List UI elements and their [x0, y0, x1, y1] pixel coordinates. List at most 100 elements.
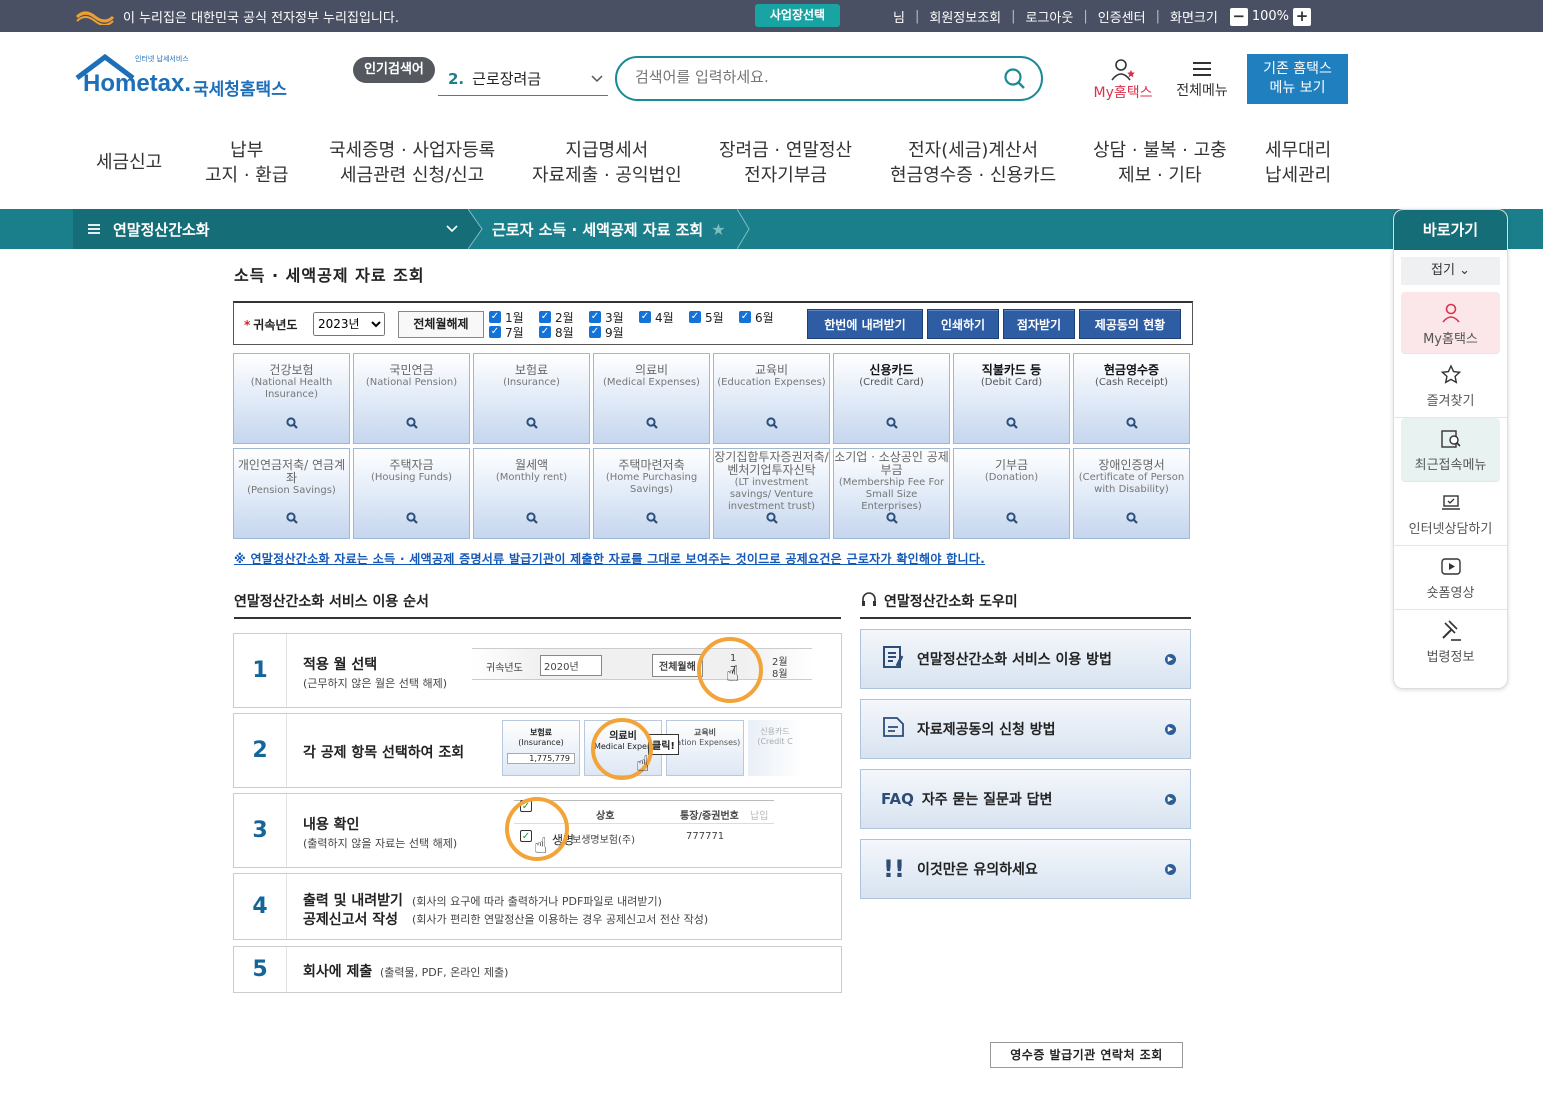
step-number: 5: [234, 947, 287, 992]
gnb-consulting[interactable]: 상담 · 불복 · 고충 제보 · 기타: [1093, 138, 1227, 188]
gnb-tax-report[interactable]: 세금신고: [96, 150, 162, 175]
step-desc: (근무하지 않은 월은 선택 해제): [303, 677, 448, 690]
tile-medical[interactable]: 의료비 (Medical Expenses): [593, 353, 710, 444]
tile-english-label: (National Health Insurance): [250, 377, 333, 400]
month-5-checkbox[interactable]: ✓ 5월: [689, 310, 724, 325]
clear-all-months-button[interactable]: 전체월해제: [398, 311, 484, 338]
quick-shortform-video[interactable]: 숏폼영상: [1394, 546, 1507, 610]
tile-disability-cert[interactable]: 장애인증명서 (Certificate of Person with Disabi…: [1073, 448, 1190, 539]
tile-cash-receipt[interactable]: 현금영수증 (Cash Receipt): [1073, 353, 1190, 444]
zoom-in-button[interactable]: +: [1293, 7, 1311, 26]
top-links: 님 | 회원정보조회 | 로그아웃 | 인증센터 | 화면크기 − 100% +: [893, 7, 1311, 26]
search-icon: [1126, 414, 1138, 433]
helper-faq[interactable]: FAQ 자주 묻는 질문과 답변 ▶: [860, 769, 1191, 829]
step-desc: (회사의 요구에 따라 출력하거나 PDF파일로 내려받기): [412, 895, 662, 908]
tile-label: 소기업 · 소상공인 공제부금: [834, 450, 949, 477]
tile-english-label: (Donation): [984, 472, 1039, 483]
helper-caution[interactable]: !! 이것만은 유의하세요 ▶: [860, 839, 1191, 899]
helper-title: 연말정산간소화 도우미: [860, 591, 1191, 619]
tile-english-label: (Education Expenses): [717, 377, 826, 388]
tile-pension-savings[interactable]: 개인연금저축/ 연금계좌 (Pension Savings): [233, 448, 350, 539]
download-all-button[interactable]: 한번에 내려받기: [807, 309, 923, 339]
favorite-star-icon[interactable]: ★: [711, 220, 725, 239]
tile-health-insurance[interactable]: 건강보험 (National Health Insurance): [233, 353, 350, 444]
quick-my-hometax[interactable]: My홈택스: [1401, 292, 1500, 354]
tile-label: 주택자금: [389, 458, 434, 472]
step-title: 내용 확인: [303, 817, 360, 833]
tile-education[interactable]: 교육비 (Education Expenses): [713, 353, 830, 444]
member-info-link[interactable]: 회원정보조회: [929, 7, 1001, 26]
quick-recent-menu[interactable]: 최근접속메뉴: [1401, 418, 1500, 482]
zoom-level: 100%: [1251, 9, 1289, 24]
search-icon: [646, 414, 658, 433]
quick-favorites[interactable]: 즐겨찾기: [1394, 354, 1507, 418]
month-8-checkbox[interactable]: ✓ 8월: [539, 325, 574, 340]
old-hometax-button[interactable]: 기존 홈택스 메뉴 보기: [1247, 54, 1348, 104]
old-hometax-line1: 기존 홈택스: [1263, 61, 1332, 77]
tile-english-label: (Home Purchasing Savings): [605, 472, 698, 495]
tile-home-savings[interactable]: 주택마련저축 (Home Purchasing Savings): [593, 448, 710, 539]
gnb-payment-statement[interactable]: 지급명세서 자료제출 · 공익법인: [532, 138, 682, 188]
search-input[interactable]: [635, 68, 975, 86]
month-6-checkbox[interactable]: ✓ 6월: [739, 310, 774, 325]
tile-housing-funds[interactable]: 주택자금 (Housing Funds): [353, 448, 470, 539]
my-hometax-button[interactable]: My홈택스: [1088, 58, 1158, 102]
notice-text: ※ 연말정산간소화 자료는 소득 · 세액공제 증명서류 발급기관이 제출한 자…: [234, 552, 986, 566]
gnb-e-invoice[interactable]: 전자(세금)계산서 현금영수증 · 신용카드: [890, 138, 1056, 188]
month-1-checkbox[interactable]: ✓ 1월: [489, 310, 524, 325]
gnb-payment[interactable]: 납부 고지 · 환급: [205, 138, 288, 188]
tile-label: 신용카드: [869, 363, 914, 377]
tile-donation[interactable]: 기부금 (Donation): [953, 448, 1070, 539]
tile-debit-card[interactable]: 직불카드 등 (Debit Card): [953, 353, 1070, 444]
cert-center-link[interactable]: 인증센터: [1098, 7, 1146, 26]
gnb-certificates[interactable]: 국세증명 · 사업자등록 세금관련 신청/신고: [329, 138, 495, 188]
month-7-checkbox[interactable]: ✓ 7월: [489, 325, 524, 340]
gov-notice-text: 이 누리집은 대한민국 공식 전자정부 누리집입니다.: [123, 11, 399, 26]
search-icon[interactable]: [1003, 67, 1027, 91]
quick-online-consult[interactable]: 인터넷상담하기: [1394, 482, 1507, 546]
tile-insurance[interactable]: 보험료 (Insurance): [473, 353, 590, 444]
braille-button[interactable]: 점자받기: [1003, 309, 1075, 339]
consent-status-button[interactable]: 제공동의 현황: [1079, 309, 1181, 339]
hot-keyword-rank: 2.: [448, 69, 465, 88]
breadcrumb-current: 근로자 소득 · 세액공제 자료 조회 ★: [492, 209, 726, 249]
submenu-select[interactable]: 연말정산간소화: [73, 209, 468, 249]
step-2: 2 각 공제 항목 선택하여 조회 보험료 (Insurance) 1,775,7…: [233, 713, 842, 788]
issuer-contact-button[interactable]: 영수증 발급기관 연락처 조회: [990, 1042, 1183, 1068]
month-4-checkbox[interactable]: ✓ 4월: [639, 310, 674, 325]
month-2-checkbox[interactable]: ✓ 2월: [539, 310, 574, 325]
recent-search-icon: [1440, 430, 1461, 448]
step-1: 1 적용 월 선택 (근무하지 않은 월은 선택 해제) 귀속년도 2020년 …: [233, 633, 842, 708]
step-number: 3: [234, 794, 287, 867]
tile-english-label: (Monthly rent): [495, 472, 568, 483]
gnb-tax-agent[interactable]: 세무대리 납세관리: [1265, 138, 1331, 188]
month-3-checkbox[interactable]: ✓ 3월: [589, 310, 624, 325]
hot-keyword-label: 인기검색어: [353, 57, 435, 83]
business-select-button[interactable]: 사업장선택: [755, 4, 840, 27]
print-button[interactable]: 인쇄하기: [927, 309, 999, 339]
tile-credit-card[interactable]: 신용카드 (Credit Card): [833, 353, 950, 444]
all-menu-button[interactable]: 전체메뉴: [1170, 58, 1234, 100]
tile-national-pension[interactable]: 국민연금 (National Pension): [353, 353, 470, 444]
tile-small-business[interactable]: 소기업 · 소상공인 공제부금 (Membership Fee For Small…: [833, 448, 950, 539]
gnb-year-end[interactable]: 장려금 · 연말정산 전자기부금: [719, 138, 852, 188]
year-select[interactable]: 2023년: [313, 312, 385, 336]
hometax-logo[interactable]: 인터넷 납세서비스 Hometax. 국세청홈택스: [75, 54, 290, 106]
logout-link[interactable]: 로그아웃: [1026, 7, 1074, 26]
tile-english-label: (Debit Card): [980, 377, 1043, 388]
tile-label: 장기집합투자증권저축/ 벤처기업투자신탁: [714, 450, 829, 477]
faq-icon: FAQ: [881, 790, 914, 808]
zoom-out-button[interactable]: −: [1229, 7, 1248, 26]
step-desc: (출력물, PDF, 온라인 제출): [380, 966, 509, 979]
tile-label: 기부금: [994, 458, 1029, 472]
tile-english-label: (Insurance): [503, 377, 560, 388]
helper-consent-request[interactable]: 자료제공동의 신청 방법 ▶: [860, 699, 1191, 759]
quick-law-info[interactable]: 법령정보: [1394, 610, 1507, 674]
month-9-checkbox[interactable]: ✓ 9월: [589, 325, 624, 340]
quick-fold-button[interactable]: 접기 ⌄: [1401, 257, 1500, 285]
tile-lt-investment[interactable]: 장기집합투자증권저축/ 벤처기업투자신탁 (LT investment savin…: [713, 448, 830, 539]
hot-keyword-dropdown[interactable]: 2. 근로장려금: [438, 62, 608, 96]
tile-monthly-rent[interactable]: 월세액 (Monthly rent): [473, 448, 590, 539]
helper-how-to-use[interactable]: 연말정산간소화 서비스 이용 방법 ▶: [860, 629, 1191, 689]
tile-label: 주택마련저축: [618, 458, 685, 472]
